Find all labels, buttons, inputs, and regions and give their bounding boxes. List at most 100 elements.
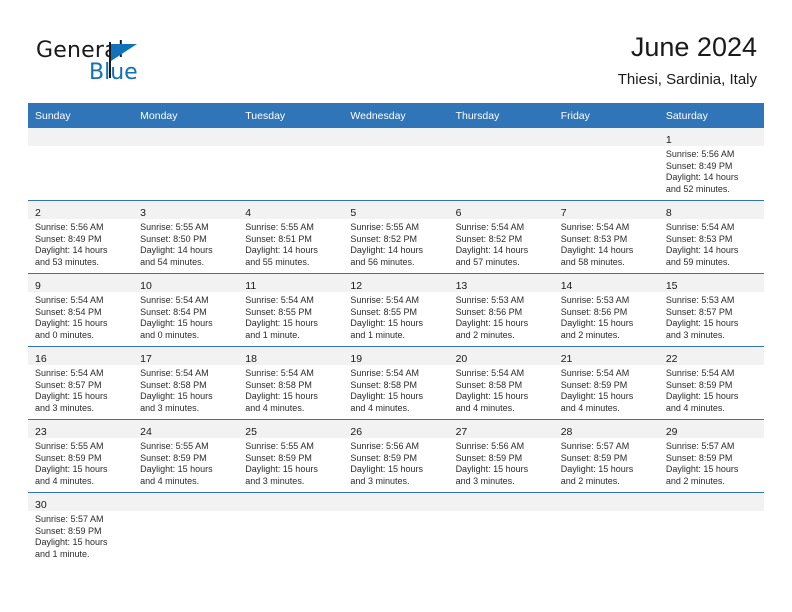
sunset-text: Sunset: 8:59 PM	[140, 452, 207, 463]
day-cell-inner[interactable]: 2 Sunrise: 5:56 AM Sunset: 8:49 PM Daylight…	[28, 201, 134, 273]
day-cell-inner[interactable]: 25 Sunrise: 5:55 AM Sunset: 8:59 PM Dayligh…	[238, 420, 344, 492]
day-cell-inner[interactable]: 24 Sunrise: 5:55 AM Sunset: 8:59 PM Dayligh…	[133, 420, 239, 492]
daylight-text-line1: Daylight: 15 hours	[350, 464, 423, 475]
day-cell-inner[interactable]: 9 Sunrise: 5:54 AM Sunset: 8:54 PM Daylight…	[28, 274, 134, 346]
day-number: 27	[455, 426, 468, 438]
day-cell-inner[interactable]: 18 Sunrise: 5:54 AM Sunset: 8:58 PM Dayligh…	[238, 347, 344, 419]
day-cell-inner[interactable]: 3 Sunrise: 5:55 AM Sunset: 8:50 PM Daylight…	[133, 201, 239, 273]
day-cell-inner[interactable]: 19 Sunrise: 5:54 AM Sunset: 8:58 PM Dayligh…	[343, 347, 449, 419]
sunrise-text: Sunrise: 5:56 AM	[35, 222, 104, 232]
day-number: 6	[455, 207, 462, 219]
day-details: Sunrise: 5:55 AM Sunset: 8:51 PM Daylight:…	[238, 219, 343, 268]
weekday-header-saturday: Saturday	[658, 103, 764, 128]
day-cell-inner[interactable]: 10 Sunrise: 5:54 AM Sunset: 8:54 PM Dayligh…	[133, 274, 239, 346]
sunrise-text: Sunrise: 5:57 AM	[665, 441, 735, 451]
daylight-text-line2: and 2 minutes.	[560, 475, 620, 486]
sunset-text: Sunset: 8:59 PM	[350, 452, 417, 463]
calendar-head: Sunday Monday Tuesday Wednesday Thursday…	[28, 103, 764, 128]
daylight-text-line2: and 3 minutes.	[140, 402, 200, 413]
sunrise-text: Sunrise: 5:55 AM	[350, 222, 419, 232]
day-cell-inner[interactable]: 30 Sunrise: 5:57 AM Sunset: 8:59 PM Dayligh…	[28, 493, 134, 565]
day-number-strip: 23	[28, 420, 134, 438]
sunset-text: Sunset: 8:56 PM	[455, 306, 523, 317]
day-number-strip: 27	[448, 420, 554, 438]
day-details: Sunrise: 5:53 AM Sunset: 8:56 PM Daylight:…	[449, 292, 554, 341]
sunrise-text: Sunrise: 5:55 AM	[140, 222, 209, 232]
brand-logo[interactable]: General Blue	[36, 38, 256, 88]
day-cell-inner[interactable]: 11 Sunrise: 5:54 AM Sunset: 8:55 PM Dayligh…	[238, 274, 344, 346]
daylight-text-line1: Daylight: 15 hours	[245, 464, 318, 475]
daylight-text-line2: and 59 minutes.	[665, 256, 730, 267]
calendar-week-row: 1 Sunrise: 5:56 AM Sunset: 8:49 PM Daylight…	[28, 128, 764, 201]
day-cell-inner[interactable]: 21 Sunrise: 5:54 AM Sunset: 8:59 PM Dayligh…	[553, 347, 659, 419]
sunset-text: Sunset: 8:54 PM	[140, 306, 207, 317]
day-number: 10	[140, 280, 152, 292]
daylight-text-line1: Daylight: 15 hours	[35, 391, 108, 402]
sunrise-text: Sunrise: 5:54 AM	[35, 295, 104, 305]
day-number-strip	[448, 128, 554, 146]
calendar-day-cell-empty	[658, 492, 764, 565]
day-number-strip: 20	[448, 347, 554, 365]
day-cell-inner[interactable]: 22 Sunrise: 5:54 AM Sunset: 8:59 PM Dayligh…	[658, 347, 764, 419]
day-cell-inner	[238, 128, 344, 200]
day-cell-inner[interactable]: 6 Sunrise: 5:54 AM Sunset: 8:52 PM Daylight…	[448, 201, 554, 273]
day-number: 28	[560, 426, 573, 438]
day-cell-inner[interactable]: 29 Sunrise: 5:57 AM Sunset: 8:59 PM Dayligh…	[658, 420, 764, 492]
calendar-day-cell-empty	[343, 128, 449, 201]
day-cell-inner[interactable]: 28 Sunrise: 5:57 AM Sunset: 8:59 PM Dayligh…	[553, 420, 659, 492]
day-number-strip	[553, 493, 659, 511]
day-cell-inner[interactable]: 13 Sunrise: 5:53 AM Sunset: 8:56 PM Dayligh…	[448, 274, 554, 346]
daylight-text-line2: and 52 minutes.	[665, 183, 730, 194]
calendar-grid: Sunday Monday Tuesday Wednesday Thursday…	[28, 103, 764, 565]
daylight-text-line1: Daylight: 14 hours	[35, 245, 108, 256]
day-number-strip: 26	[343, 420, 449, 438]
daylight-text-line1: Daylight: 15 hours	[665, 391, 739, 402]
day-cell-inner[interactable]: 23 Sunrise: 5:55 AM Sunset: 8:59 PM Dayligh…	[28, 420, 134, 492]
day-number-strip: 7	[553, 201, 659, 219]
day-number-strip: 12	[343, 274, 449, 292]
sunset-text: Sunset: 8:50 PM	[140, 233, 207, 244]
day-number-strip: 28	[553, 420, 659, 438]
day-cell-inner[interactable]: 4 Sunrise: 5:55 AM Sunset: 8:51 PM Daylight…	[238, 201, 344, 273]
day-details: Sunrise: 5:53 AM Sunset: 8:56 PM Daylight:…	[554, 292, 659, 341]
calendar-week-row: 9 Sunrise: 5:54 AM Sunset: 8:54 PM Daylight…	[28, 273, 764, 347]
daylight-text-line1: Daylight: 15 hours	[455, 464, 529, 475]
day-cell-inner	[448, 128, 554, 200]
day-number-strip: 18	[238, 347, 344, 365]
daylight-text-line2: and 56 minutes.	[350, 256, 415, 267]
brand-flag-icon	[111, 44, 137, 61]
day-number-strip: 9	[28, 274, 134, 292]
day-cell-inner[interactable]: 26 Sunrise: 5:56 AM Sunset: 8:59 PM Dayligh…	[343, 420, 449, 492]
daylight-text-line2: and 1 minute.	[350, 329, 405, 340]
day-number-strip: 16	[28, 347, 134, 365]
day-cell-inner[interactable]: 20 Sunrise: 5:54 AM Sunset: 8:58 PM Dayligh…	[448, 347, 554, 419]
day-cell-inner[interactable]: 27 Sunrise: 5:56 AM Sunset: 8:59 PM Dayligh…	[448, 420, 554, 492]
calendar-week-row: 30 Sunrise: 5:57 AM Sunset: 8:59 PM Dayligh…	[28, 492, 764, 565]
daylight-text-line1: Daylight: 15 hours	[350, 318, 423, 329]
calendar-day-cell: 3 Sunrise: 5:55 AM Sunset: 8:50 PM Daylight…	[133, 200, 239, 274]
day-number-strip: 2	[28, 201, 134, 219]
day-details: Sunrise: 5:54 AM Sunset: 8:58 PM Daylight:…	[343, 365, 448, 414]
day-details: Sunrise: 5:55 AM Sunset: 8:59 PM Daylight:…	[133, 438, 238, 487]
daylight-text-line2: and 4 minutes.	[245, 402, 305, 413]
day-cell-inner[interactable]: 16 Sunrise: 5:54 AM Sunset: 8:57 PM Dayligh…	[28, 347, 134, 419]
calendar-day-cell-empty	[133, 492, 239, 565]
day-cell-inner[interactable]: 7 Sunrise: 5:54 AM Sunset: 8:53 PM Daylight…	[553, 201, 659, 273]
day-cell-inner[interactable]: 5 Sunrise: 5:55 AM Sunset: 8:52 PM Daylight…	[343, 201, 449, 273]
day-cell-inner[interactable]: 1 Sunrise: 5:56 AM Sunset: 8:49 PM Daylight…	[658, 128, 764, 200]
day-cell-inner[interactable]: 8 Sunrise: 5:54 AM Sunset: 8:53 PM Daylight…	[658, 201, 764, 273]
daylight-text-line1: Daylight: 14 hours	[140, 245, 213, 256]
daylight-text-line2: and 54 minutes.	[140, 256, 205, 267]
day-number-strip: 14	[553, 274, 659, 292]
sunset-text: Sunset: 8:59 PM	[560, 452, 628, 463]
sunset-text: Sunset: 8:54 PM	[35, 306, 102, 317]
daylight-text-line1: Daylight: 15 hours	[35, 464, 108, 475]
day-cell-inner[interactable]: 14 Sunrise: 5:53 AM Sunset: 8:56 PM Dayligh…	[553, 274, 659, 346]
calendar-day-cell: 2 Sunrise: 5:56 AM Sunset: 8:49 PM Daylight…	[28, 200, 134, 274]
calendar-day-cell-empty	[238, 492, 344, 565]
day-cell-inner[interactable]: 17 Sunrise: 5:54 AM Sunset: 8:58 PM Dayligh…	[133, 347, 239, 419]
day-cell-inner[interactable]: 15 Sunrise: 5:53 AM Sunset: 8:57 PM Dayligh…	[658, 274, 764, 346]
weekday-header-sunday: Sunday	[28, 103, 134, 128]
day-cell-inner[interactable]: 12 Sunrise: 5:54 AM Sunset: 8:55 PM Dayligh…	[343, 274, 449, 346]
daylight-text-line2: and 0 minutes.	[140, 329, 200, 340]
